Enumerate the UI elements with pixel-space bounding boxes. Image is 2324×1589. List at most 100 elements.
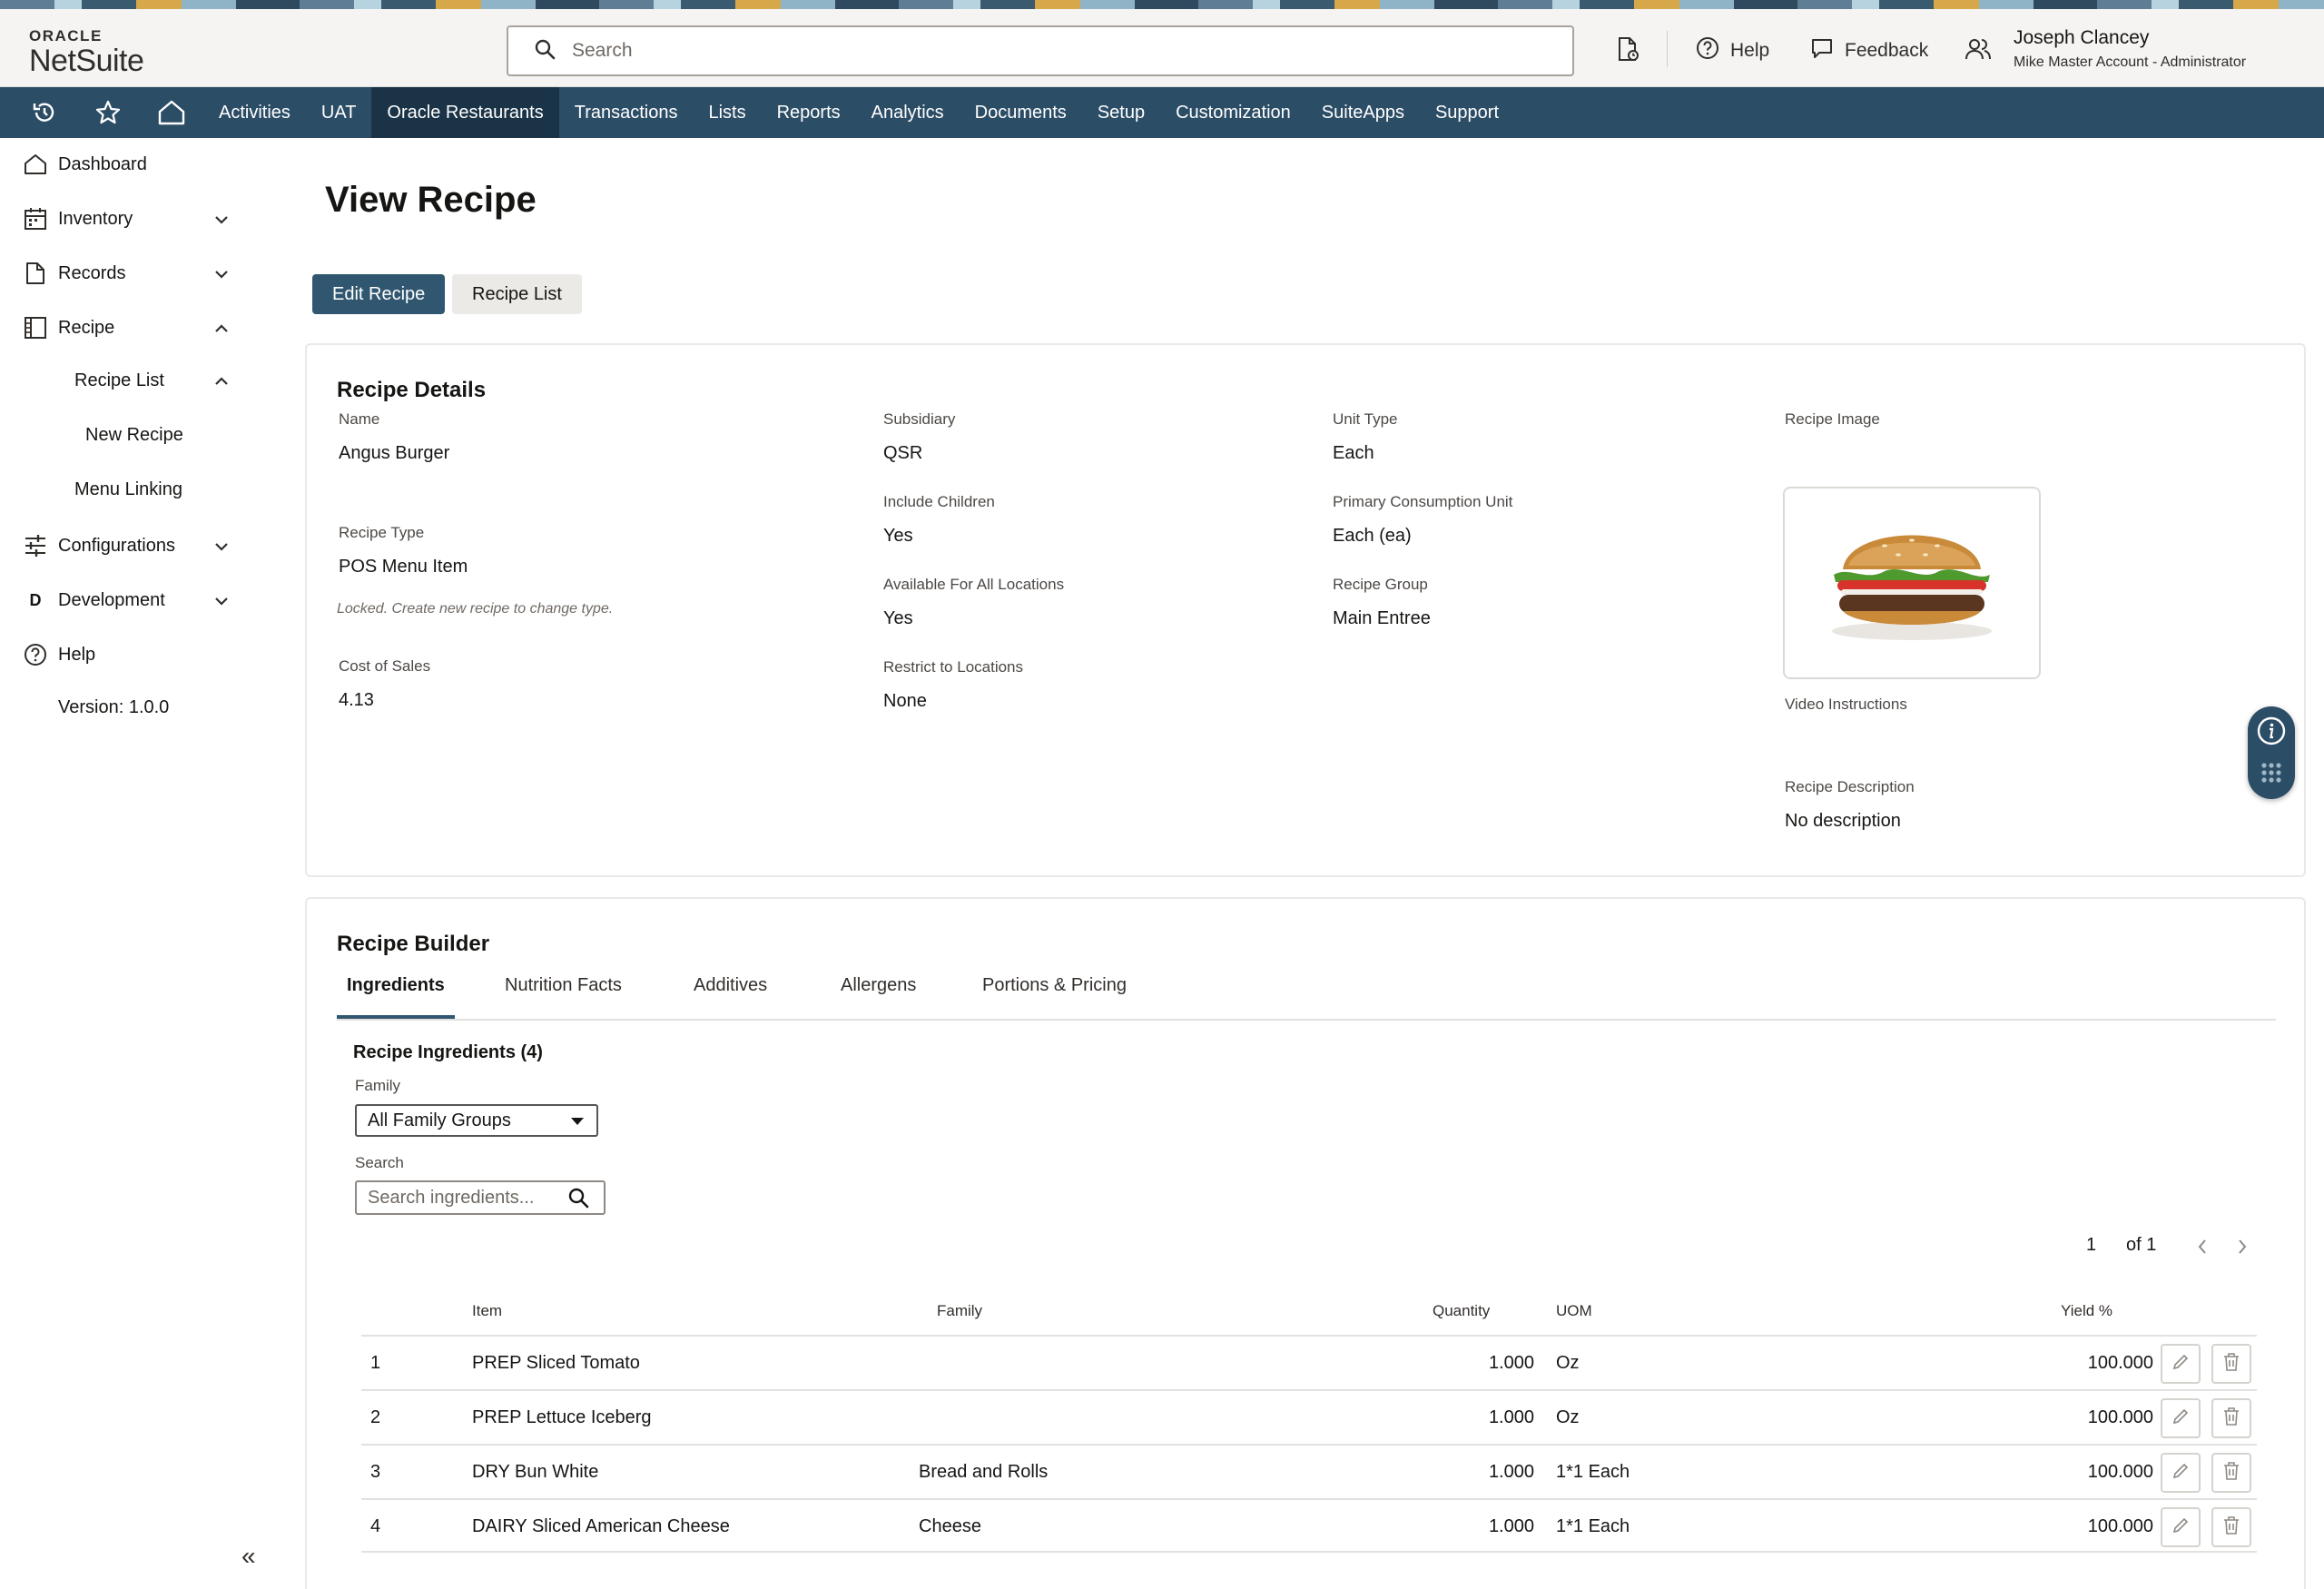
recipe-image[interactable] bbox=[1783, 487, 2041, 679]
sidebar-item-inventory[interactable]: Inventory bbox=[24, 207, 272, 231]
recent-document-icon[interactable] bbox=[1616, 36, 1640, 62]
nav-oracle-restaurants[interactable]: Oracle Restaurants bbox=[371, 87, 559, 138]
netsuite-logo[interactable]: ORACLE NetSuite bbox=[29, 27, 144, 78]
tab-additives[interactable]: Additives bbox=[684, 975, 777, 1019]
ingredient-search-box[interactable] bbox=[355, 1180, 606, 1215]
sidebar-label-recipe-list: Recipe List bbox=[74, 370, 164, 390]
history-icon[interactable] bbox=[13, 87, 76, 138]
feedback-link[interactable]: Feedback bbox=[1810, 36, 1928, 65]
primary-consumption-unit-label: Primary Consumption Unit bbox=[1333, 493, 1513, 510]
table-row[interactable]: 3 DRY Bun White Bread and Rolls 1.000 1*… bbox=[361, 1444, 2257, 1498]
nav-transactions[interactable]: Transactions bbox=[559, 87, 694, 138]
row-uom: 1*1 Each bbox=[1556, 1462, 1630, 1482]
pencil-icon bbox=[2171, 1407, 2190, 1430]
ingredient-search-input[interactable] bbox=[368, 1187, 558, 1209]
nav-customization[interactable]: Customization bbox=[1160, 87, 1306, 138]
help-link[interactable]: Help bbox=[1696, 36, 1769, 65]
row-uom: 1*1 Each bbox=[1556, 1516, 1630, 1536]
row-family: Cheese bbox=[919, 1516, 981, 1536]
global-search-input[interactable] bbox=[572, 40, 1480, 62]
row-number: 1 bbox=[370, 1353, 381, 1373]
logo-oracle-text: ORACLE bbox=[29, 27, 103, 44]
decorative-top-stripe bbox=[0, 0, 2324, 9]
sidebar-item-recipe-list[interactable]: Recipe List bbox=[74, 370, 272, 391]
help-circle-icon bbox=[24, 643, 47, 666]
nav-activities[interactable]: Activities bbox=[203, 87, 306, 138]
sidebar-item-menu-linking[interactable]: Menu Linking bbox=[74, 479, 182, 500]
recipe-description-label: Recipe Description bbox=[1785, 778, 1915, 795]
logo-netsuite-text: NetSuite bbox=[29, 44, 144, 78]
column-header-uom: UOM bbox=[1556, 1302, 1592, 1319]
favorites-star-icon[interactable] bbox=[76, 87, 140, 138]
recipe-group-value: Main Entree bbox=[1333, 608, 1431, 628]
tab-portions-pricing[interactable]: Portions & Pricing bbox=[972, 975, 1137, 1019]
table-row[interactable]: 1 PREP Sliced Tomato 1.000 Oz 100.000 bbox=[361, 1335, 2257, 1389]
tab-ingredients[interactable]: Ingredients bbox=[337, 975, 455, 1019]
table-row[interactable]: 4 DAIRY Sliced American Cheese Cheese 1.… bbox=[361, 1498, 2257, 1553]
subsidiary-value: QSR bbox=[883, 443, 923, 463]
chevron-right-icon[interactable] bbox=[2237, 1239, 2248, 1260]
edit-row-button[interactable] bbox=[2161, 1398, 2201, 1438]
edit-row-button[interactable] bbox=[2161, 1453, 2201, 1493]
sidebar-item-configurations[interactable]: Configurations bbox=[24, 534, 272, 558]
row-item: PREP Sliced Tomato bbox=[472, 1353, 640, 1373]
nav-analytics[interactable]: Analytics bbox=[856, 87, 960, 138]
document-icon bbox=[24, 262, 47, 285]
user-switch-icon[interactable] bbox=[1965, 36, 1992, 62]
sidebar-item-development[interactable]: D Development bbox=[24, 588, 272, 612]
row-item: DRY Bun White bbox=[472, 1462, 599, 1482]
pager-current-page[interactable]: 1 bbox=[2086, 1235, 2096, 1256]
delete-row-button[interactable] bbox=[2211, 1344, 2251, 1384]
row-quantity: 1.000 bbox=[1488, 1353, 1534, 1373]
version-text: Version: 1.0.0 bbox=[58, 697, 170, 717]
row-item: PREP Lettuce Iceberg bbox=[472, 1407, 652, 1427]
global-search-box[interactable] bbox=[507, 25, 1574, 76]
column-header-yield: Yield % bbox=[2061, 1302, 2113, 1319]
recipe-image-label: Recipe Image bbox=[1785, 410, 1880, 428]
nav-suiteapps[interactable]: SuiteApps bbox=[1306, 87, 1420, 138]
delete-row-button[interactable] bbox=[2211, 1398, 2251, 1438]
drag-handle-icon[interactable] bbox=[2259, 760, 2284, 790]
nav-support[interactable]: Support bbox=[1420, 87, 1514, 138]
recipe-type-label: Recipe Type bbox=[339, 524, 425, 541]
pencil-icon bbox=[2171, 1462, 2190, 1485]
edit-row-button[interactable] bbox=[2161, 1507, 2201, 1547]
sidebar-item-help[interactable]: Help bbox=[24, 643, 95, 666]
tab-nutrition-facts[interactable]: Nutrition Facts bbox=[495, 975, 632, 1019]
sidebar-item-dashboard[interactable]: Dashboard bbox=[24, 153, 272, 176]
home-outline-icon bbox=[24, 153, 47, 176]
restrict-locations-value: None bbox=[883, 691, 927, 711]
recipe-ingredients-title: Recipe Ingredients (4) bbox=[353, 1042, 543, 1062]
chevron-left-icon[interactable] bbox=[2197, 1239, 2208, 1260]
column-header-item: Item bbox=[472, 1302, 503, 1319]
collapse-sidebar-icon[interactable]: « bbox=[241, 1542, 256, 1571]
nav-lists[interactable]: Lists bbox=[693, 87, 761, 138]
search-icon[interactable] bbox=[567, 1187, 589, 1209]
help-circle-icon bbox=[1696, 36, 1719, 65]
nav-uat[interactable]: UAT bbox=[306, 87, 372, 138]
nav-documents[interactable]: Documents bbox=[960, 87, 1082, 138]
feedback-label: Feedback bbox=[1845, 40, 1929, 61]
recipe-list-button[interactable]: Recipe List bbox=[452, 274, 582, 314]
nav-reports[interactable]: Reports bbox=[762, 87, 856, 138]
nav-setup[interactable]: Setup bbox=[1082, 87, 1160, 138]
delete-row-button[interactable] bbox=[2211, 1453, 2251, 1493]
home-icon[interactable] bbox=[140, 87, 203, 138]
recipe-type-value: POS Menu Item bbox=[339, 557, 468, 577]
edit-recipe-button[interactable]: Edit Recipe bbox=[312, 274, 446, 314]
info-icon[interactable] bbox=[2256, 716, 2287, 751]
sidebar-item-new-recipe[interactable]: New Recipe bbox=[85, 425, 183, 446]
edit-row-button[interactable] bbox=[2161, 1344, 2201, 1384]
delete-row-button[interactable] bbox=[2211, 1507, 2251, 1547]
tab-allergens[interactable]: Allergens bbox=[831, 975, 926, 1019]
sidebar-item-records[interactable]: Records bbox=[24, 262, 272, 285]
sidebar-item-recipe[interactable]: Recipe bbox=[24, 316, 272, 340]
family-filter-select[interactable]: All Family Groups bbox=[355, 1104, 598, 1137]
row-uom: Oz bbox=[1556, 1353, 1580, 1373]
user-account-menu[interactable]: Joseph Clancey Mike Master Account - Adm… bbox=[2014, 27, 2246, 71]
page-title: View Recipe bbox=[325, 180, 537, 220]
info-help-widget[interactable] bbox=[2248, 706, 2295, 799]
pager-total: of 1 bbox=[2126, 1235, 2157, 1255]
table-row[interactable]: 2 PREP Lettuce Iceberg 1.000 Oz 100.000 bbox=[361, 1389, 2257, 1444]
sidebar-label-recipe: Recipe bbox=[58, 317, 115, 338]
